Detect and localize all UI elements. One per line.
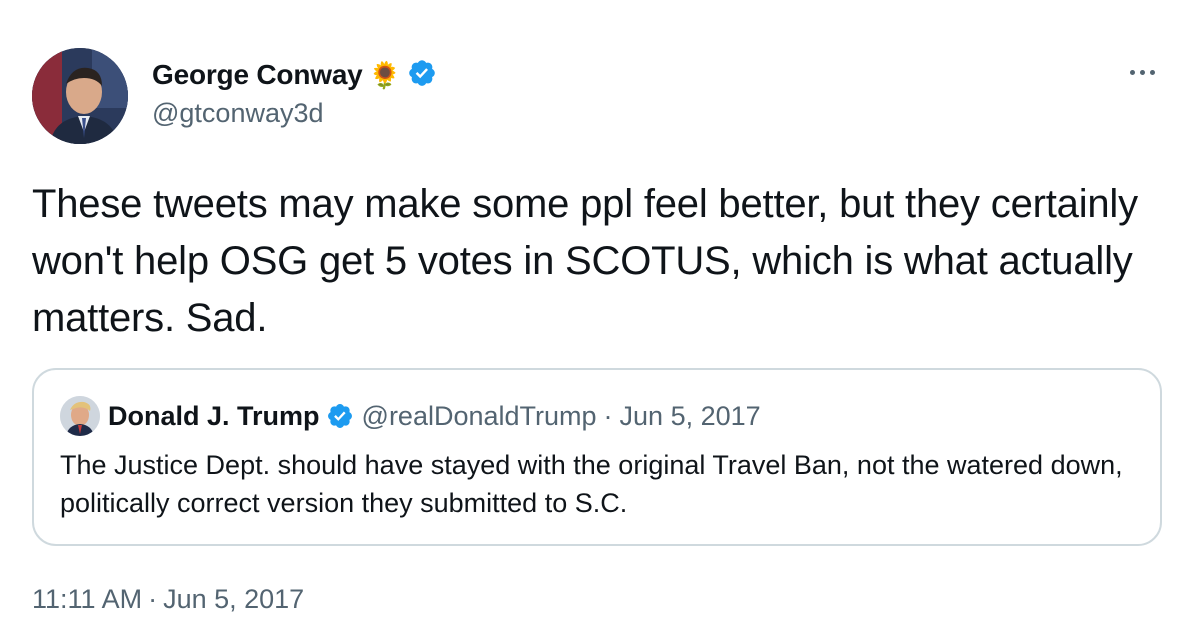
quoted-tweet[interactable]: Donald J. Trump @realDonaldTrump · Jun 5… xyxy=(32,368,1162,546)
tweet-date[interactable]: Jun 5, 2017 xyxy=(163,584,304,614)
sunflower-emoji: 🌻 xyxy=(368,59,401,90)
verified-badge-icon xyxy=(326,402,354,430)
quoted-author-name: Donald J. Trump xyxy=(108,400,320,431)
quoted-tweet-text: The Justice Dept. should have stayed wit… xyxy=(60,450,1123,518)
tweet-timestamp: 11:11 AM · Jun 5, 2017 xyxy=(32,584,304,615)
author-display-name[interactable]: George Conway xyxy=(152,59,363,91)
tweet-time[interactable]: 11:11 AM xyxy=(32,584,142,614)
timestamp-separator: · xyxy=(148,584,158,614)
quoted-author-avatar xyxy=(60,396,100,436)
tweet-text: These tweets may make some ppl feel bett… xyxy=(32,182,1138,340)
author-handle[interactable]: @gtconway3d xyxy=(152,98,324,129)
quoted-author-handle: @realDonaldTrump xyxy=(361,400,597,431)
author-name-row[interactable]: George Conway 🌻 xyxy=(152,56,437,94)
tweet-card: George Conway 🌻 @gtconway3d These tweets… xyxy=(0,0,1194,644)
author-avatar[interactable] xyxy=(32,48,128,144)
author-avatar-image xyxy=(32,48,128,144)
quoted-tweet-header: Donald J. Trump @realDonaldTrump · Jun 5… xyxy=(108,397,761,435)
verified-badge-icon xyxy=(407,58,437,93)
quoted-author-avatar-image xyxy=(60,396,100,436)
more-options-icon[interactable] xyxy=(1124,60,1160,84)
quoted-separator: · xyxy=(603,400,613,431)
quoted-tweet-date: Jun 5, 2017 xyxy=(619,400,761,431)
